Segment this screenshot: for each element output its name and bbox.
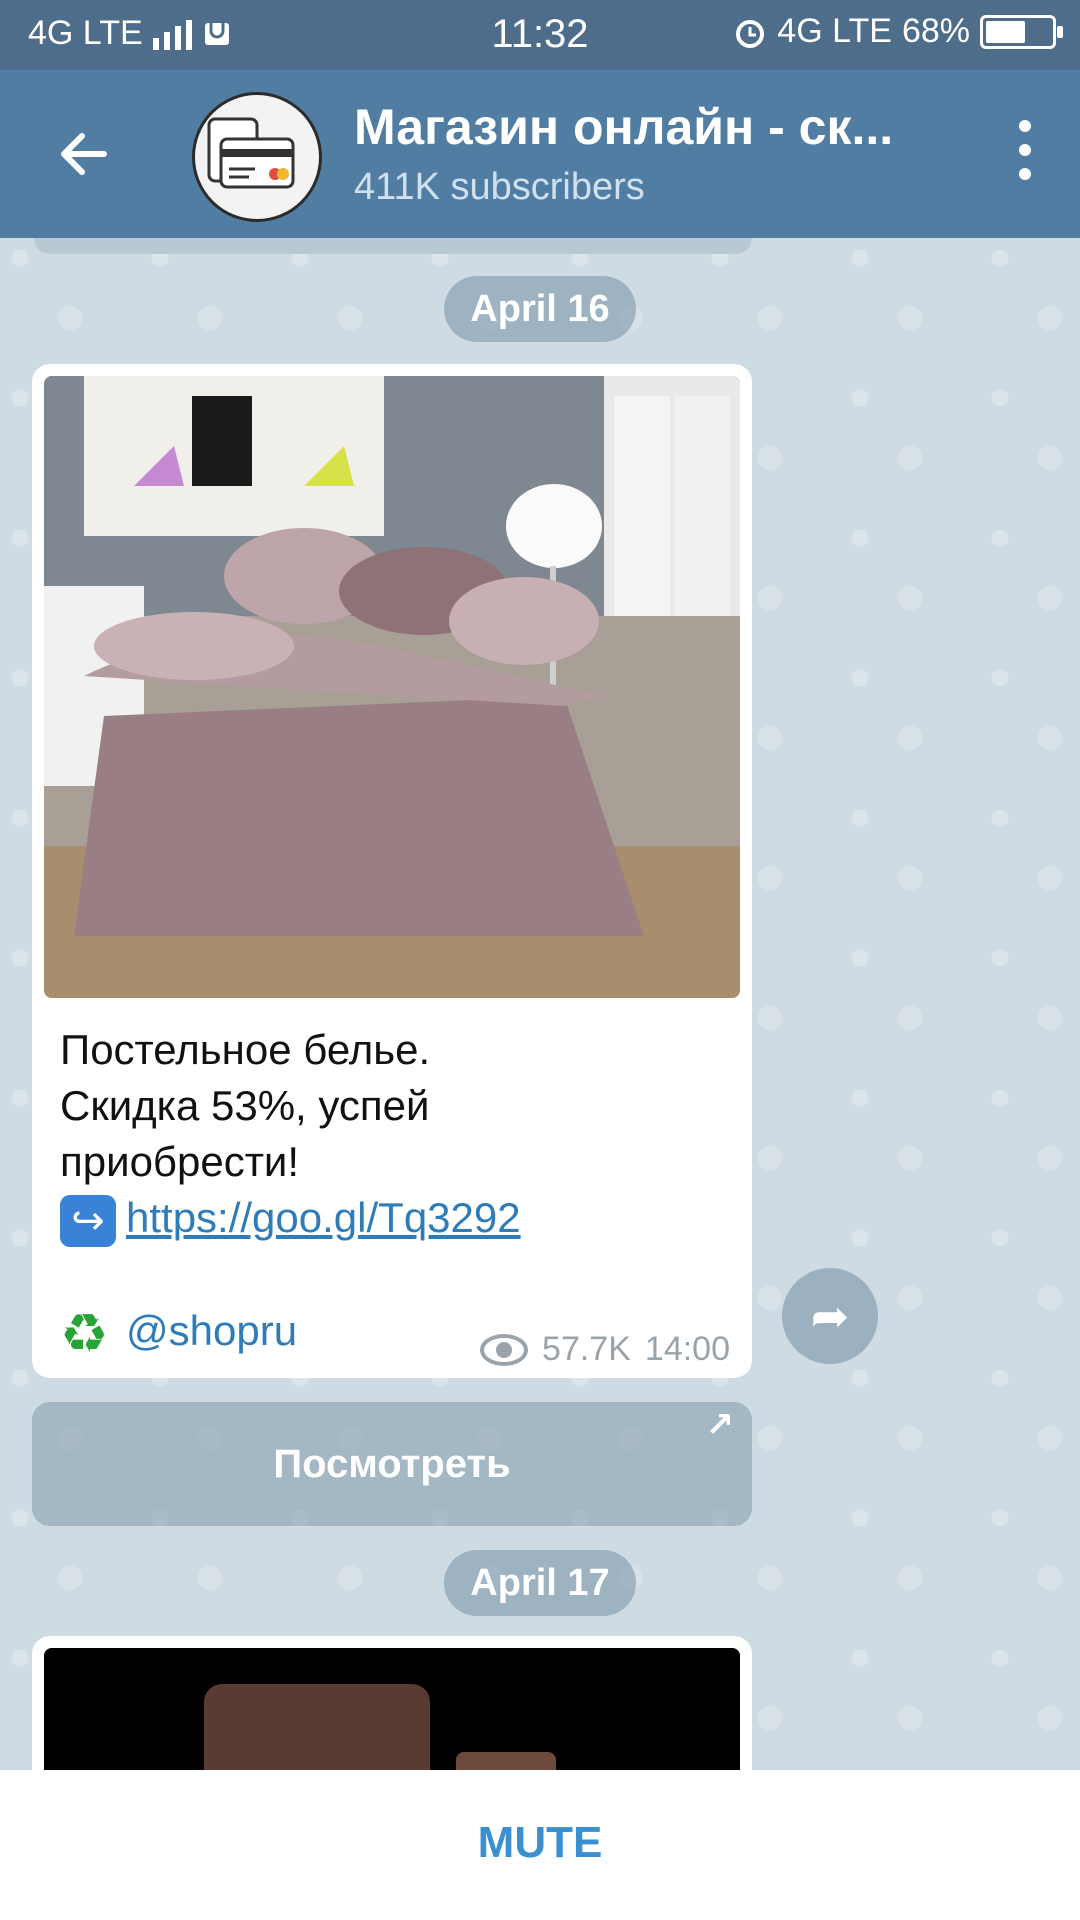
link-row: ↪ https://goo.gl/Tq3292 (60, 1190, 720, 1247)
bottom-bar: MUTE (0, 1770, 1080, 1920)
message-photo[interactable] (44, 1648, 740, 1770)
chat-header: Магазин онлайн - ск... 411K subscribers (0, 70, 1080, 238)
message-line-2: Скидка 53%, успей (60, 1082, 430, 1129)
message-link[interactable]: https://goo.gl/Tq3292 (126, 1194, 521, 1241)
alarm-icon (736, 19, 765, 48)
battery-percent: 68% (901, 12, 970, 50)
message-line-3: приобрести! (60, 1138, 300, 1185)
channel-title[interactable]: Магазин онлайн - ск... (354, 98, 893, 156)
view-button[interactable]: Посмотреть ↗ (32, 1402, 752, 1526)
more-vertical-icon[interactable] (1010, 120, 1040, 190)
channel-handle-link[interactable]: @shopru (126, 1307, 297, 1354)
mute-button[interactable]: MUTE (0, 1818, 1080, 1868)
message-bubble[interactable]: Постельное белье. Скидка 53%, успей прио… (32, 364, 752, 1378)
status-right: 4G LTE 68% (733, 12, 1063, 51)
message-meta: 57.7K 14:00 (480, 1330, 730, 1369)
share-icon[interactable]: ➦ (782, 1268, 878, 1364)
previous-message-stub (34, 238, 752, 254)
date-separator: April 17 (444, 1550, 636, 1616)
network-label-right: 4G LTE (777, 12, 892, 50)
eye-icon (480, 1333, 529, 1366)
view-count: 57.7K (542, 1330, 631, 1368)
status-bar: 4G LTE 11:32 4G LTE 68% (0, 0, 1080, 70)
message-bubble[interactable] (32, 1636, 752, 1770)
message-text: Постельное белье. Скидка 53%, успей прио… (60, 1022, 720, 1362)
message-time: 14:00 (644, 1330, 730, 1368)
battery-icon (980, 14, 1063, 49)
external-link-icon: ↗ (705, 1406, 735, 1444)
product-photo (44, 1648, 740, 1770)
view-button-label: Посмотреть (273, 1442, 511, 1486)
date-separator: April 16 (444, 276, 636, 342)
chat-area[interactable]: April 16 Постельное белье. Скидка 53%, у… (0, 238, 1080, 1770)
return-arrow-icon: ↪ (60, 1194, 116, 1247)
bedroom-photo (44, 376, 740, 998)
channel-avatar[interactable] (192, 92, 322, 222)
subscriber-count: 411K subscribers (354, 166, 645, 208)
message-photo[interactable] (44, 376, 740, 998)
message-line-1: Постельное белье. (60, 1026, 431, 1073)
arrow-left-icon[interactable] (48, 118, 120, 190)
recycle-icon: ♻ (60, 1303, 109, 1364)
card-payment-icon (207, 117, 295, 189)
